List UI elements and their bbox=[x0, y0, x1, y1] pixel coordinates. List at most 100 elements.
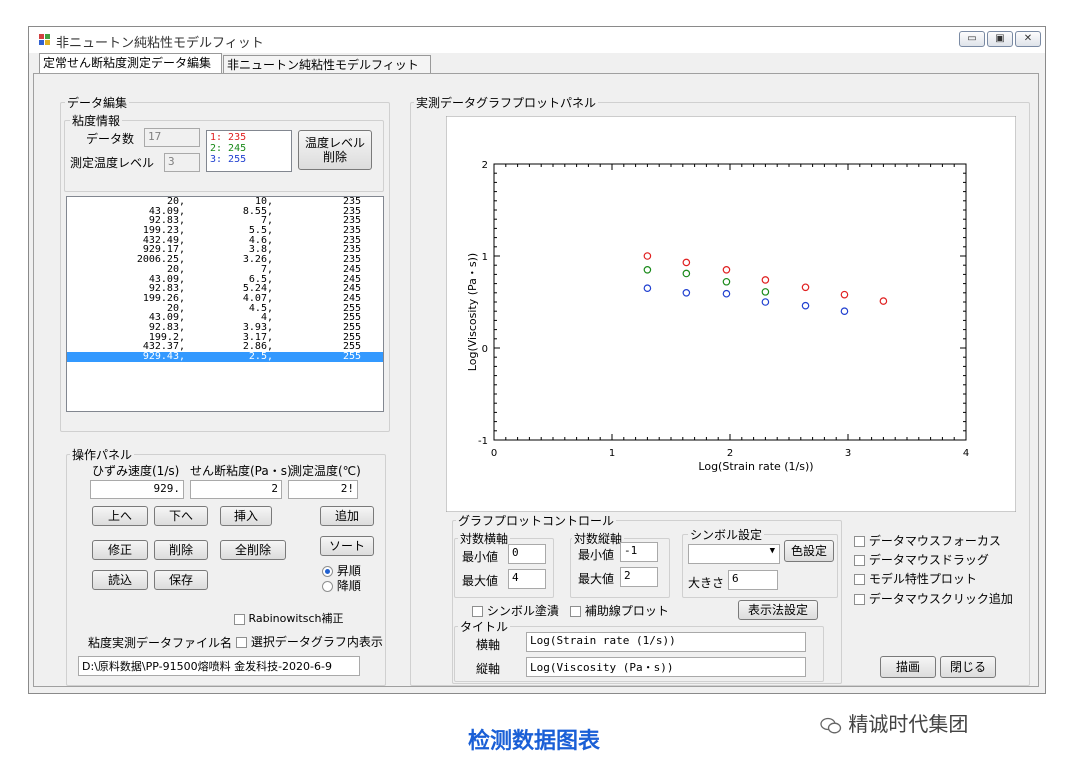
data-list-row[interactable]: 929.43, 2.5, 255 bbox=[67, 352, 383, 362]
checkbox-box[interactable] bbox=[234, 613, 245, 625]
app-window: 非ニュートン純粘性モデルフィット ▭ ▣ ✕ 定常せん断粘度測定データ編集 非ニ… bbox=[28, 26, 1046, 694]
data-list-row[interactable]: 43.09, 8.55, 235 bbox=[67, 206, 383, 217]
data-list-row[interactable]: 20, 7, 245 bbox=[67, 263, 383, 275]
x-max-input[interactable]: 4 bbox=[508, 569, 546, 589]
y-min-input[interactable]: -1 bbox=[620, 542, 658, 562]
temp-level-field[interactable]: 3 bbox=[164, 153, 200, 172]
caption: 检测数据图表 bbox=[467, 729, 600, 754]
v-axis-title-input[interactable]: Log(Viscosity (Pa・s)) bbox=[526, 657, 806, 677]
temperature-cell: 245 bbox=[342, 283, 361, 295]
data-list[interactable]: 20, 10, 235 43.09, 8.55, 235 92.83, 7, 235 199.23… bbox=[66, 196, 384, 412]
data-list-row[interactable]: 20, 4.5, 255 bbox=[67, 302, 383, 314]
show-selected-checkbox[interactable]: 選択データグラフ内表示 bbox=[236, 633, 384, 650]
mouse-click-add-checkbox[interactable]: データマウスクリック追加 bbox=[854, 590, 1013, 607]
count-field[interactable]: 17 bbox=[144, 128, 200, 147]
title-group-label: タイトル bbox=[458, 618, 511, 635]
insert-button[interactable]: 挿入 bbox=[220, 506, 272, 526]
temperature-cell: 245 bbox=[342, 263, 361, 275]
load-button[interactable]: 読込 bbox=[92, 570, 148, 590]
temperature-cell: 235 bbox=[342, 225, 361, 237]
checkbox-box[interactable] bbox=[854, 555, 865, 566]
draw-button[interactable]: 描画 bbox=[880, 656, 936, 678]
checkbox-box[interactable] bbox=[854, 536, 865, 547]
y-axis-log-label: 対数縦軸 bbox=[572, 530, 625, 547]
y-max-input[interactable]: 2 bbox=[620, 567, 658, 587]
display-settings-button[interactable]: 表示法設定 bbox=[738, 600, 818, 620]
delete-temp-level-button[interactable]: 温度レベル 削除 bbox=[298, 130, 372, 170]
minimize-button[interactable]: ▭ bbox=[959, 31, 985, 47]
tab-model-fit[interactable]: 非ニュートン純粘性モデルフィット bbox=[223, 55, 431, 74]
data-list-row[interactable]: 432.49, 4.6, 235 bbox=[67, 234, 383, 246]
data-list-row[interactable]: 2006.25, 3.26, 235 bbox=[67, 255, 383, 265]
file-path-field[interactable]: D:\原料数据\PP-91500熔喷料 金发科技-2020-6-9 bbox=[78, 656, 360, 676]
temp-level-item[interactable]: 3: 255 bbox=[210, 154, 288, 165]
app-icon bbox=[39, 34, 50, 45]
rabinowitsch-checkbox[interactable]: Rabinowitsch補正 bbox=[234, 610, 344, 626]
mouse-drag-checkbox[interactable]: データマウスドラッグ bbox=[854, 551, 989, 568]
delete-all-button[interactable]: 全削除 bbox=[220, 540, 286, 560]
tab-page: データ編集 粘度情報 データ数 17 測定温度レベル 3 1: 235 2: 2… bbox=[33, 73, 1039, 687]
ascending-label: 昇順 bbox=[336, 564, 361, 578]
data-list-row[interactable]: 92.83, 3.93, 255 bbox=[67, 323, 383, 333]
data-list-row[interactable]: 199.26, 4.07, 245 bbox=[67, 294, 383, 304]
add-button[interactable]: 追加 bbox=[320, 506, 374, 526]
data-list-row[interactable]: 929.17, 3.8, 235 bbox=[67, 245, 383, 255]
checkbox-box[interactable] bbox=[570, 606, 581, 617]
move-down-button[interactable]: 下へ bbox=[154, 506, 208, 526]
maximize-button[interactable]: ▣ bbox=[987, 31, 1013, 47]
data-list-row[interactable]: 20, 10, 235 bbox=[67, 197, 383, 207]
modify-button[interactable]: 修正 bbox=[92, 540, 148, 560]
temp-level-list[interactable]: 1: 235 2: 245 3: 255 bbox=[206, 130, 292, 172]
h-axis-title-input[interactable]: Log(Strain rate (1/s)) bbox=[526, 632, 806, 652]
move-up-button[interactable]: 上へ bbox=[92, 506, 148, 526]
file-label: 粘度実測データファイル名 bbox=[88, 636, 233, 650]
delete-button[interactable]: 削除 bbox=[154, 540, 208, 560]
x-axis-log-label: 対数横軸 bbox=[458, 530, 511, 547]
temperature-cell: 235 bbox=[342, 234, 361, 246]
y-tick-label: -1 bbox=[478, 436, 488, 447]
sort-button[interactable]: ソート bbox=[320, 536, 374, 556]
radio-indicator[interactable] bbox=[322, 566, 333, 577]
data-list-row[interactable]: 92.83, 7, 235 bbox=[67, 216, 383, 226]
temperature-cell: 245 bbox=[342, 292, 361, 304]
data-list-row[interactable]: 432.37, 2.86, 255 bbox=[67, 342, 383, 352]
fill-symbol-checkbox[interactable]: シンボル塗潰 bbox=[472, 602, 559, 619]
x-tick-label: 3 bbox=[845, 448, 851, 459]
temperature-cell: 235 bbox=[342, 244, 361, 256]
close-button[interactable]: 閉じる bbox=[940, 656, 996, 678]
model-plot-checkbox[interactable]: モデル特性プロット bbox=[854, 570, 977, 587]
checkbox-box[interactable] bbox=[854, 574, 865, 585]
symbol-size-input[interactable]: 6 bbox=[728, 570, 778, 590]
y-tick-label: 2 bbox=[482, 160, 488, 171]
tab-data-edit[interactable]: 定常せん断粘度測定データ編集 bbox=[39, 53, 222, 74]
temp-level-item[interactable]: 2: 245 bbox=[210, 143, 288, 154]
scatter-chart[interactable]: 0 1 2 3 4-1012 Log(Strain rate (1/s)) Log(Vi… bbox=[446, 116, 1016, 512]
mouse-click-add-label: データマウスクリック追加 bbox=[868, 592, 1013, 606]
viscosity-input[interactable]: 2 bbox=[190, 480, 282, 499]
data-list-row[interactable]: 43.09, 6.5, 245 bbox=[67, 274, 383, 285]
data-list-row[interactable]: 92.83, 5.24, 245 bbox=[67, 284, 383, 294]
x-min-input[interactable]: 0 bbox=[508, 544, 546, 564]
temp-level-item[interactable]: 1: 235 bbox=[210, 132, 288, 143]
x-tick-label: 1 bbox=[609, 448, 615, 459]
checkbox-box[interactable] bbox=[472, 606, 483, 617]
symbol-dropdown[interactable]: ▼ bbox=[688, 544, 780, 564]
mouse-focus-checkbox[interactable]: データマウスフォーカス bbox=[854, 532, 1001, 549]
color-settings-button[interactable]: 色設定 bbox=[784, 540, 834, 562]
data-list-row[interactable]: 199.2, 3.17, 255 bbox=[67, 332, 383, 343]
descending-radio[interactable]: 降順 bbox=[322, 577, 361, 594]
data-list-row[interactable]: 43.09, 4, 255 bbox=[67, 313, 383, 323]
x-tick-label: 2 bbox=[727, 448, 733, 459]
data-list-row[interactable]: 199.23, 5.5, 235 bbox=[67, 226, 383, 236]
strain-rate-input[interactable]: 929. bbox=[90, 480, 184, 499]
radio-indicator[interactable] bbox=[322, 581, 333, 592]
aux-line-checkbox[interactable]: 補助線プロット bbox=[570, 602, 669, 619]
x-tick-label: 4 bbox=[963, 448, 969, 459]
temperature-cell: 235 bbox=[342, 254, 361, 266]
save-button[interactable]: 保存 bbox=[154, 570, 208, 590]
checkbox-box[interactable] bbox=[854, 594, 865, 605]
checkbox-box[interactable] bbox=[236, 637, 247, 648]
temperature-input[interactable]: 2! bbox=[288, 480, 358, 499]
close-window-button[interactable]: ✕ bbox=[1015, 31, 1041, 47]
temperature-cell: 255 bbox=[342, 302, 361, 314]
